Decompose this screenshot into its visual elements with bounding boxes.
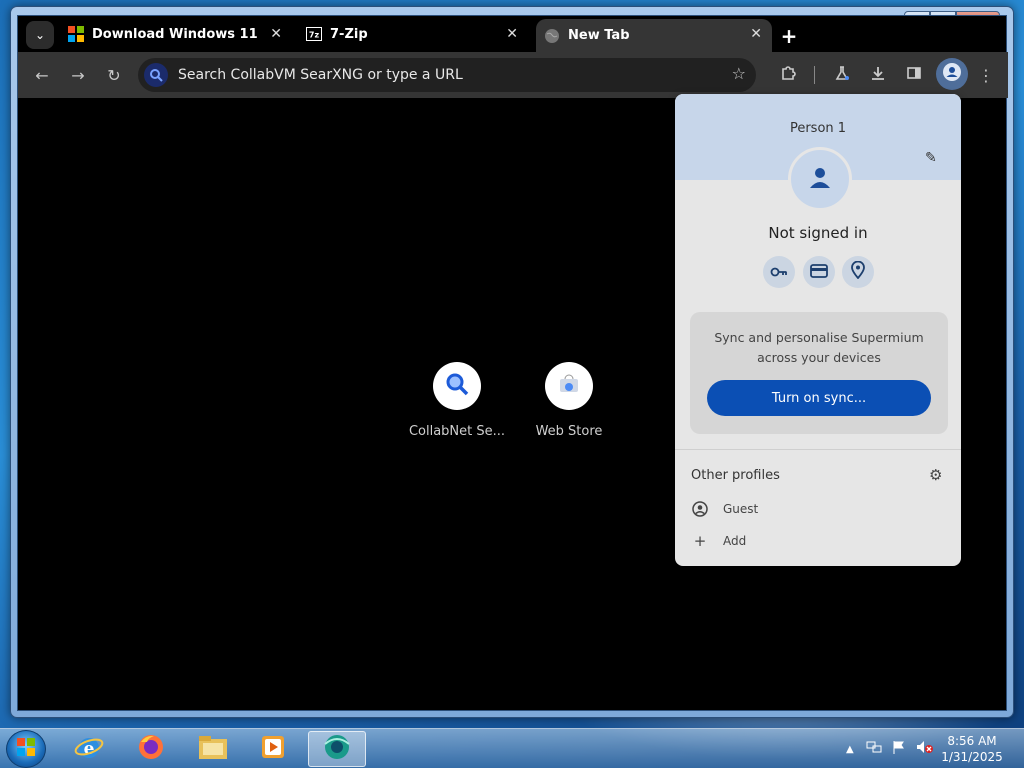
svg-text:7z: 7z [309, 31, 320, 40]
tab-download-windows[interactable]: Download Windows 11 ✕ [60, 19, 292, 49]
shortcut-tile [433, 362, 481, 410]
profile-button[interactable] [936, 58, 968, 90]
taskbar-file-explorer[interactable] [184, 731, 242, 767]
puzzle-icon [780, 65, 796, 85]
shortcut-tile [545, 362, 593, 410]
addresses-button[interactable] [842, 256, 874, 288]
new-tab-button[interactable]: + [776, 23, 802, 49]
reload-icon: ↻ [107, 65, 121, 85]
tab-title: 7-Zip [330, 26, 368, 42]
7zip-icon: 7z [306, 26, 322, 42]
add-label: Add [723, 534, 747, 548]
tab-7zip[interactable]: 7z 7-Zip ✕ [298, 19, 528, 49]
extensions-button[interactable] [778, 65, 798, 85]
flask-icon [834, 65, 850, 85]
more-vertical-icon: ⋮ [978, 65, 994, 85]
person-icon [807, 164, 833, 194]
person-icon [942, 62, 962, 86]
clock-time: 8:56 AM [947, 734, 997, 748]
reload-button[interactable]: ↻ [104, 65, 124, 85]
tab-strip: ⌄ Download Windows 11 ✕ 7z 7-Zip ✕ New T… [18, 16, 802, 52]
search-icon [144, 63, 168, 87]
tab-title: New Tab [568, 28, 630, 43]
system-tray: ▲ [846, 729, 934, 768]
menu-button[interactable]: ⋮ [976, 65, 996, 85]
profile-name: Person 1 [789, 121, 847, 136]
firefox-icon [136, 732, 166, 766]
taskbar-firefox[interactable] [122, 731, 180, 767]
internet-explorer-icon: e [74, 732, 104, 766]
download-icon [870, 65, 886, 85]
profile-avatar [788, 147, 852, 211]
web-store-icon [557, 372, 581, 400]
sync-card: Sync and personalise Supermium across yo… [690, 312, 948, 434]
clock-date: 1/31/2025 [941, 750, 1003, 764]
tab-new-tab[interactable]: New Tab ✕ [536, 19, 772, 52]
sync-description-line: across your devices [757, 350, 881, 365]
plus-icon: + [780, 24, 798, 48]
labs-button[interactable] [832, 65, 852, 85]
windows-logo-icon [68, 26, 84, 42]
toolbar-divider [814, 66, 815, 84]
close-tab-icon[interactable]: ✕ [750, 26, 762, 42]
menu-divider [675, 449, 961, 450]
guest-person-icon [691, 500, 709, 518]
tab-search-button[interactable]: ⌄ [26, 21, 54, 49]
guest-label: Guest [723, 502, 759, 516]
arrow-left-icon: ← [35, 65, 49, 85]
side-panel-button[interactable] [904, 65, 924, 85]
payment-methods-button[interactable] [803, 256, 835, 288]
show-hidden-icons-chevron-up-icon[interactable]: ▲ [846, 744, 854, 755]
windows-logo-icon [16, 737, 36, 761]
shortcut-collabnet[interactable]: CollabNet Se... [402, 362, 512, 439]
other-profiles-heading: Other profiles [691, 468, 780, 483]
close-tab-icon[interactable]: ✕ [506, 26, 518, 42]
sign-in-status: Not signed in [768, 224, 868, 242]
shortcut-label: CollabNet Se... [408, 424, 506, 439]
guest-profile-item[interactable]: Guest [691, 500, 758, 518]
forward-button[interactable]: → [68, 65, 88, 85]
browser-icon [322, 732, 352, 766]
side-panel-icon [906, 65, 922, 85]
folder-icon [197, 733, 229, 765]
add-profile-item[interactable]: + Add [691, 532, 747, 550]
omnibox[interactable]: Search CollabVM SearXNG or type a URL ☆ [138, 58, 756, 92]
turn-on-sync-button[interactable]: Turn on sync... [707, 380, 931, 416]
profile-menu: Person 1 ✎ Not signed in Sync and person… [675, 94, 961, 566]
manage-profiles-gear-icon[interactable]: ⚙ [929, 466, 942, 484]
start-button[interactable] [6, 730, 46, 768]
globe-icon [544, 28, 560, 44]
credit-card-icon [810, 263, 828, 282]
browser-toolbar: ← → ↻ Search CollabVM SearXNG or type a … [18, 52, 1008, 98]
volume-muted-icon[interactable] [916, 740, 934, 758]
plus-icon: + [693, 532, 707, 550]
action-center-flag-icon[interactable] [892, 740, 906, 758]
taskbar-internet-explorer[interactable]: e [60, 731, 118, 767]
taskbar-clock[interactable]: 8:56 AM 1/31/2025 [934, 733, 1010, 765]
sync-description-line: Sync and personalise Supermium [714, 330, 924, 345]
location-pin-icon [851, 260, 865, 283]
key-icon [770, 263, 788, 282]
network-icon[interactable] [866, 740, 882, 758]
shortcut-web-store[interactable]: Web Store [514, 362, 624, 439]
close-tab-icon[interactable]: ✕ [270, 26, 282, 42]
search-icon [444, 371, 470, 401]
passwords-button[interactable] [763, 256, 795, 288]
taskbar: e ▲ 8:56 AM 1/31/2025 [0, 728, 1024, 768]
back-button[interactable]: ← [32, 65, 52, 85]
sync-description: Sync and personalise Supermium across yo… [690, 328, 948, 368]
taskbar-browser[interactable] [308, 731, 366, 767]
tab-title: Download Windows 11 [92, 26, 258, 42]
media-player-icon [259, 733, 287, 765]
chevron-down-icon: ⌄ [34, 28, 46, 42]
shortcut-label: Web Store [535, 424, 603, 439]
edit-profile-icon[interactable]: ✎ [925, 150, 937, 166]
bookmark-star-icon[interactable]: ☆ [732, 64, 746, 83]
omnibox-placeholder: Search CollabVM SearXNG or type a URL [178, 67, 463, 83]
downloads-button[interactable] [868, 65, 888, 85]
arrow-right-icon: → [71, 65, 85, 85]
taskbar-media-player[interactable] [244, 731, 302, 767]
